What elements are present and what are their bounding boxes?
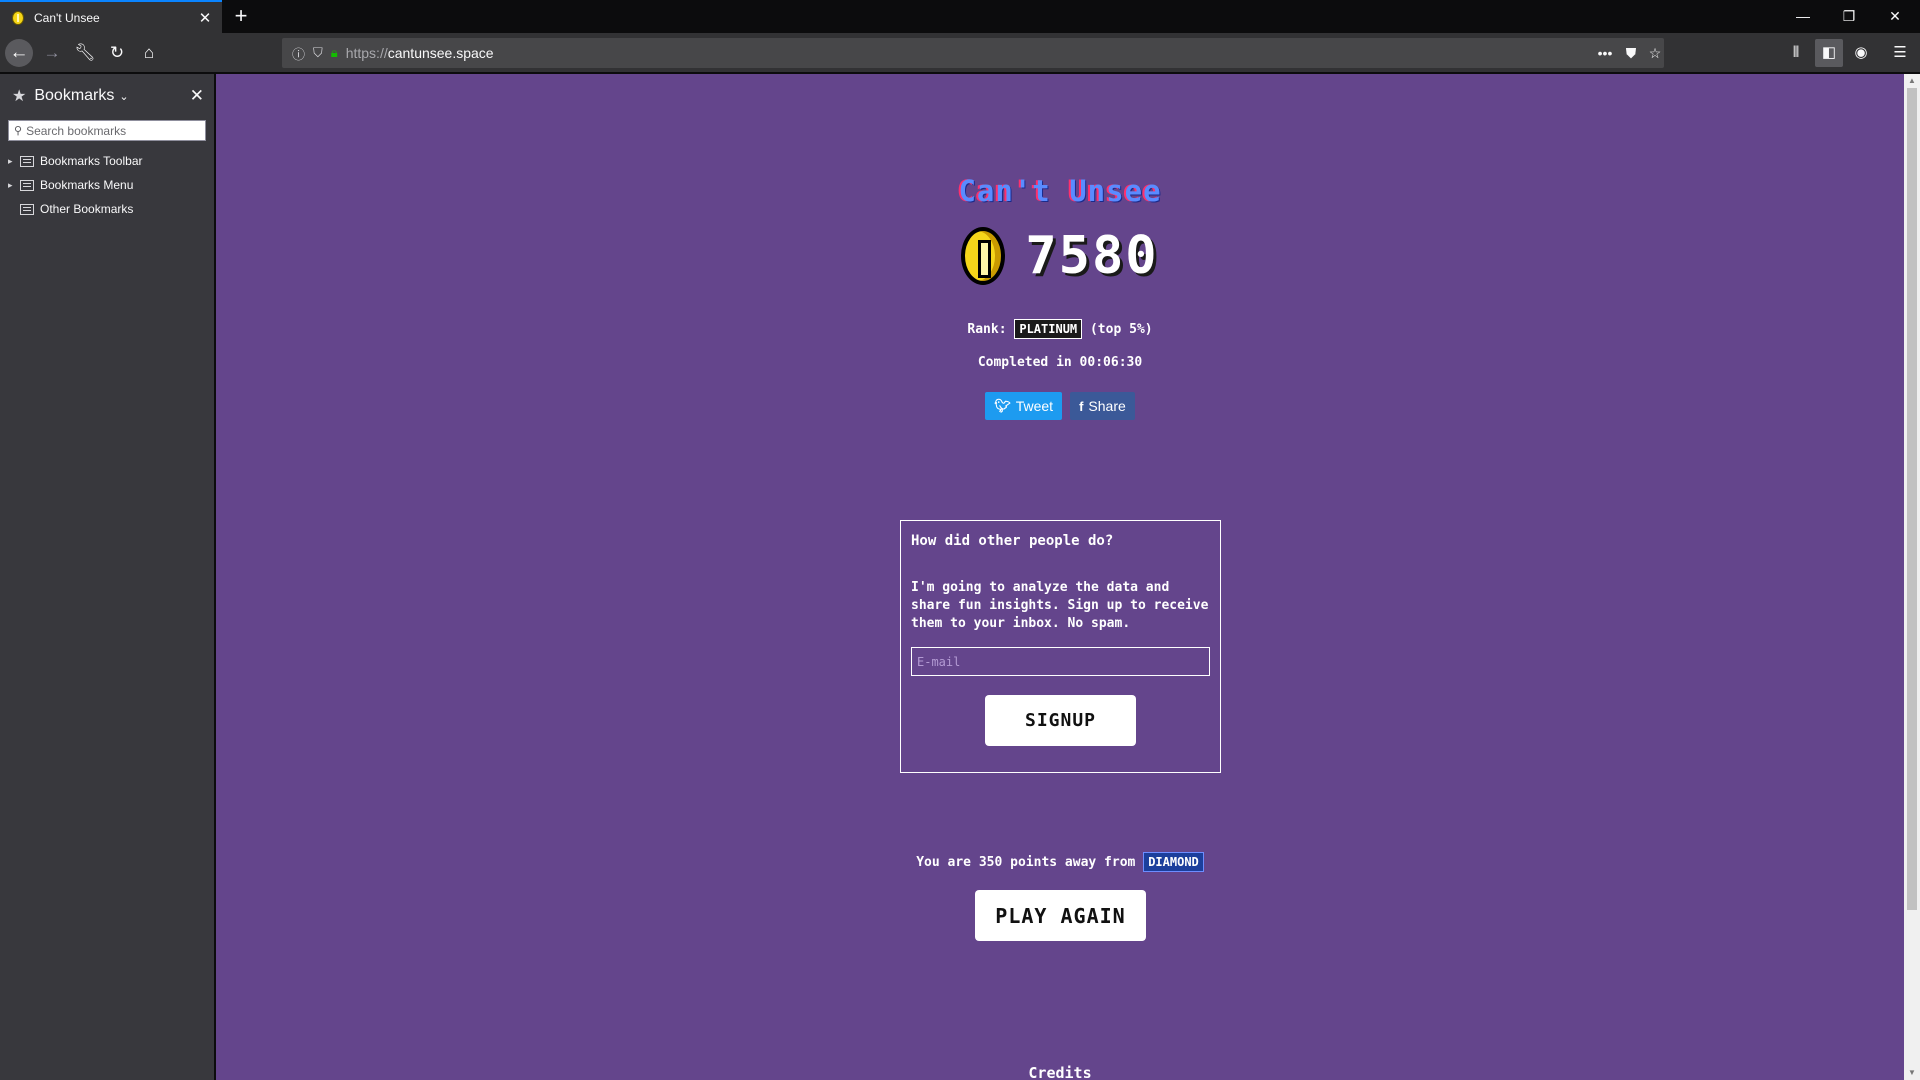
url-host: cantunsee.space [387, 45, 494, 61]
points-away-text: You are 350 points away from [916, 855, 1136, 870]
tab-title: Can't Unsee [34, 10, 100, 25]
url-scheme: https:// [345, 45, 388, 61]
completion-time: Completed in 00:06:30 [977, 355, 1143, 370]
twitter-icon: 🐦︎ [994, 398, 1011, 413]
tab-strip: Can't Unsee ✕ + — ❐ ✕ [0, 0, 1920, 33]
next-rank-badge: DIAMOND [1143, 852, 1204, 872]
star-icon: ★ [12, 88, 27, 105]
bookmark-star-icon[interactable]: ☆ [1642, 38, 1668, 68]
scroll-down-icon[interactable]: ▼ [1904, 1066, 1920, 1080]
sidebar-item-bookmarks-toolbar[interactable]: ▸ Bookmarks Toolbar [0, 149, 214, 173]
score-value: 7580 [1025, 226, 1159, 286]
back-button[interactable]: ← [5, 39, 33, 67]
reload-button[interactable]: ↻ [103, 39, 131, 67]
score-display: 7580 [216, 226, 1904, 286]
page-scrollbar[interactable]: ▲ ▼ [1904, 74, 1920, 1080]
new-tab-button[interactable]: + [228, 3, 254, 29]
email-field[interactable] [911, 647, 1210, 676]
coin-favicon-icon [12, 10, 24, 25]
sidebar-title[interactable]: Bookmarks [34, 87, 114, 105]
rank-percentile: (top 5%) [1089, 322, 1153, 337]
sidebar-toggle-button[interactable]: ◧ [1815, 39, 1843, 67]
library-button[interactable]: ⫴ [1782, 39, 1810, 67]
info-icon[interactable]: ⓘ [292, 44, 305, 63]
folder-icon [20, 203, 34, 215]
web-page: Can't Unsee 7580 Rank: PLATINUM (top 5%)… [216, 74, 1904, 1080]
close-window-button[interactable]: ✕ [1872, 0, 1918, 33]
chevron-right-icon[interactable]: ▸ [8, 156, 20, 167]
menu-button[interactable]: ☰ [1886, 39, 1914, 67]
sidebar-item-label: Bookmarks Toolbar [40, 154, 143, 168]
chevron-down-icon[interactable]: ⌄ [119, 90, 128, 103]
arrow-left-icon: ← [9, 42, 29, 63]
facebook-icon: f [1079, 398, 1084, 414]
play-again-button[interactable]: PLAY AGAIN [975, 890, 1146, 941]
search-icon: ⚲ [14, 125, 23, 137]
pocket-icon[interactable]: ⛊ [1618, 38, 1644, 68]
tracking-shield-icon[interactable]: ⛉ [313, 45, 323, 61]
game-title: Can't Unsee [958, 174, 1162, 208]
scroll-up-icon[interactable]: ▲ [1904, 74, 1920, 88]
rank-line: Rank: PLATINUM (top 5%) [216, 319, 1904, 339]
arrow-right-icon: → [43, 43, 61, 62]
library-icon: ⫴ [1792, 44, 1800, 61]
share-label: Share [1088, 398, 1126, 414]
address-bar[interactable]: ⓘ ⛉ 🔒︎ https://cantunsee.space ••• ⛊ ☆ [282, 38, 1664, 68]
rank-prefix: Rank: [967, 322, 1007, 337]
url-text[interactable]: https://cantunsee.space [346, 45, 494, 61]
sidebar-icon: ◧ [1821, 44, 1837, 61]
sidebar-item-other-bookmarks[interactable]: Other Bookmarks [0, 197, 214, 221]
page-actions-icon[interactable]: ••• [1592, 38, 1618, 68]
coin-icon [961, 227, 1006, 285]
home-icon: ⌂ [143, 43, 155, 62]
tab-cant-unsee[interactable]: Can't Unsee ✕ [0, 0, 222, 33]
lock-icon[interactable]: 🔒︎ [331, 45, 338, 61]
signup-description: I'm going to analyze the data and share … [911, 580, 1209, 631]
scrollbar-thumb[interactable] [1907, 88, 1917, 910]
tweet-label: Tweet [1015, 398, 1054, 414]
restore-button[interactable]: ❐ [1826, 0, 1872, 33]
credits-heading: Credits [1028, 1064, 1092, 1080]
signup-panel: How did other people do? I'm going to an… [900, 520, 1221, 773]
bookmarks-search: ⚲ [8, 120, 206, 141]
customize-button[interactable]: 🔧︎ [71, 39, 99, 67]
facebook-share-button[interactable]: f Share [1070, 392, 1135, 420]
tweet-button[interactable]: 🐦︎ Tweet [985, 392, 1063, 420]
rank-badge: PLATINUM [1014, 319, 1083, 339]
tab-close-icon[interactable]: ✕ [196, 9, 214, 27]
sidebar-item-label: Other Bookmarks [40, 202, 134, 216]
reload-icon: ↻ [109, 43, 125, 62]
sidebar-header: ★ Bookmarks ⌄ ✕ [0, 74, 214, 118]
navigation-toolbar: ← → 🔧︎ ↻ ⌂ ⓘ ⛉ 🔒︎ https://cantunsee.spac… [0, 33, 1920, 73]
bookmarks-sidebar: ★ Bookmarks ⌄ ✕ ⚲ ▸ Bookmarks Toolbar ▸ … [0, 74, 215, 1080]
toolbar-folder-icon [20, 155, 34, 167]
menu-folder-icon [20, 179, 34, 191]
bookmarks-search-input[interactable] [26, 123, 197, 138]
hamburger-menu-icon: ☰ [1893, 44, 1907, 61]
sidebar-item-bookmarks-menu[interactable]: ▸ Bookmarks Menu [0, 173, 214, 197]
account-icon: ◉ [1854, 44, 1868, 61]
signup-heading: How did other people do? [911, 533, 1114, 549]
account-button[interactable]: ◉ [1847, 39, 1875, 67]
chevron-right-icon[interactable]: ▸ [8, 180, 20, 191]
signup-button[interactable]: SIGNUP [985, 695, 1136, 746]
next-rank-message: You are 350 points away from DIAMOND [216, 852, 1904, 872]
home-button[interactable]: ⌂ [135, 39, 163, 67]
share-buttons: 🐦︎ Tweet f Share [216, 392, 1904, 420]
sidebar-item-label: Bookmarks Menu [40, 178, 134, 192]
sidebar-close-icon[interactable]: ✕ [190, 86, 204, 106]
forward-button[interactable]: → [38, 39, 66, 67]
minimize-button[interactable]: — [1780, 0, 1826, 33]
wrench-icon: 🔧︎ [74, 43, 96, 62]
